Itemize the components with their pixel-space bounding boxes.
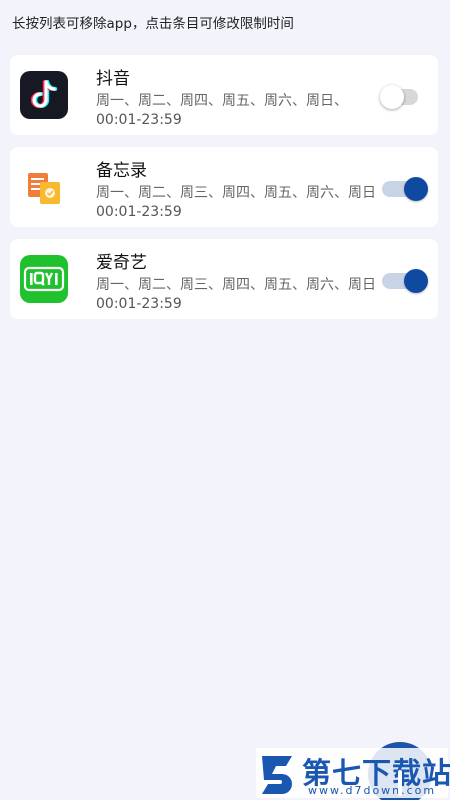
app-name: 备忘录 [96, 161, 147, 181]
watermark-logo-icon [258, 752, 298, 800]
enable-toggle[interactable] [380, 85, 418, 109]
app-item-iqiyi[interactable]: 爱奇艺 周一、周二、周三、周四、周五、周六、周日 00:01-23:59 [10, 239, 438, 319]
app-list: 抖音 周一、周二、周四、周五、周六、周日、 00:01-23:59 备忘录 周一… [10, 55, 438, 331]
tiktok-icon [20, 71, 68, 119]
watermark-url: www.d7down.com [308, 784, 437, 797]
limit-days: 周一、周二、周三、周四、周五、周六、周日 [96, 185, 376, 201]
toggle-knob [404, 269, 428, 293]
site-watermark: 第七下载站 www.d7down.com [256, 748, 450, 800]
app-item-douyin[interactable]: 抖音 周一、周二、周四、周五、周六、周日、 00:01-23:59 [10, 55, 438, 135]
enable-toggle[interactable] [382, 269, 428, 293]
app-name: 抖音 [96, 69, 130, 89]
toggle-knob [404, 177, 428, 201]
screen: 长按列表可移除app，点击条目可修改限制时间 抖音 周一、周二、周四、周五、周六… [0, 0, 450, 800]
toggle-knob [380, 85, 404, 109]
limit-time: 00:01-23:59 [96, 112, 182, 128]
enable-toggle[interactable] [382, 177, 428, 201]
iqiyi-icon [20, 255, 68, 303]
app-name: 爱奇艺 [96, 253, 147, 273]
limit-time: 00:01-23:59 [96, 204, 182, 220]
plus-icon [398, 770, 402, 796]
limit-days: 周一、周二、周四、周五、周六、周日、 [96, 93, 348, 109]
app-item-memo[interactable]: 备忘录 周一、周二、周三、周四、周五、周六、周日 00:01-23:59 [10, 147, 438, 227]
hint-text: 长按列表可移除app，点击条目可修改限制时间 [12, 16, 294, 32]
limit-time: 00:01-23:59 [96, 296, 182, 312]
memo-icon [20, 163, 68, 211]
limit-days: 周一、周二、周三、周四、周五、周六、周日 [96, 277, 376, 293]
